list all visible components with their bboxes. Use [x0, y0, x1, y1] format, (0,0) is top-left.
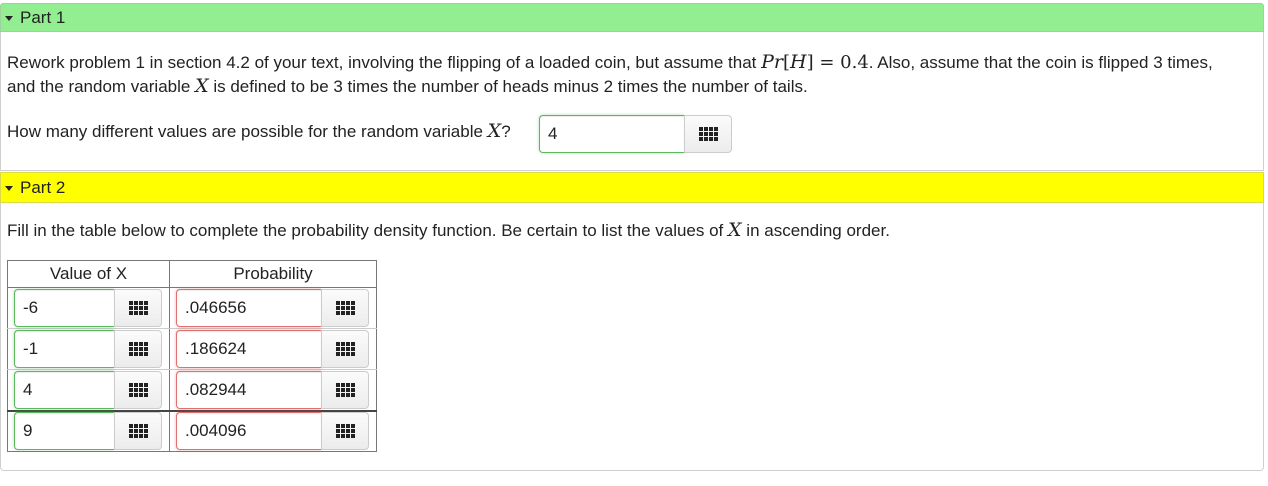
col-header-probability: Probability [169, 260, 377, 288]
math-x: X [487, 120, 502, 142]
value-cell [7, 369, 170, 411]
grid-icon [335, 424, 355, 439]
caret-down-icon [5, 15, 13, 21]
probability-cell [169, 287, 377, 329]
probability-input[interactable] [176, 289, 321, 327]
problem-line-2: and the random variable X is defined to … [7, 75, 808, 98]
math-bracket-open: [ [782, 52, 791, 73]
value-input[interactable] [14, 370, 114, 409]
probability-input[interactable] [176, 412, 321, 451]
instruction-end: in ascending order. [746, 221, 890, 240]
math-h: H [790, 51, 807, 73]
value-cell [7, 287, 170, 329]
table-header-row: Value of X Probability [7, 260, 377, 288]
table-row [7, 369, 377, 411]
part1-body: Rework problem 1 in section 4.2 of your … [0, 32, 1264, 171]
part1-header[interactable]: Part 1 [0, 3, 1264, 32]
grid-icon [128, 301, 148, 315]
probability-answer-group [176, 289, 370, 327]
instruction-start: Fill in the table below to complete the … [7, 221, 724, 240]
grid-icon [335, 382, 355, 397]
answer-group [539, 115, 732, 153]
probability-answer-group [176, 330, 370, 368]
probability-answer-group [176, 412, 370, 451]
math-palette-button[interactable] [114, 370, 162, 409]
value-answer-group [14, 289, 163, 327]
math-palette-button[interactable] [114, 330, 162, 368]
problem-intro: Rework problem 1 in section 4.2 of your … [7, 53, 757, 72]
instruction-line: Fill in the table below to complete the … [7, 219, 890, 242]
grid-icon [128, 424, 148, 439]
probability-input[interactable] [176, 330, 321, 368]
value-input[interactable] [14, 289, 114, 327]
probability-input[interactable] [176, 370, 321, 409]
math-eq: = 0.4 [813, 52, 869, 73]
value-input[interactable] [14, 412, 114, 451]
table-row [7, 287, 377, 329]
probability-cell [169, 409, 377, 452]
question-start: How many different values are possible f… [7, 122, 483, 141]
num-values-input[interactable] [539, 115, 684, 153]
table-row [7, 409, 377, 452]
math-palette-button[interactable] [321, 370, 369, 409]
part1-title: Part 1 [20, 7, 66, 27]
value-cell [7, 409, 170, 452]
math-palette-button[interactable] [114, 412, 162, 451]
part2-body: Fill in the table below to complete the … [0, 203, 1264, 471]
value-input[interactable] [14, 330, 114, 368]
problem-line-1: Rework problem 1 in section 4.2 of your … [7, 51, 1213, 74]
grid-icon [698, 127, 718, 141]
math-palette-button[interactable] [321, 412, 369, 451]
question-end: ? [501, 122, 511, 141]
col-header-value: Value of X [7, 260, 170, 288]
line2-end: is defined to be 3 times the number of h… [213, 77, 808, 96]
math-palette-button[interactable] [114, 289, 162, 327]
math-palette-button[interactable] [321, 289, 369, 327]
part2-header[interactable]: Part 2 [0, 172, 1264, 203]
math-x: X [195, 75, 209, 97]
math-x: X [728, 219, 742, 241]
math-bracket-close: ] [806, 52, 814, 73]
part2-title: Part 2 [20, 177, 66, 197]
math-palette-button[interactable] [684, 115, 732, 153]
table-row [7, 328, 377, 370]
grid-icon [128, 342, 148, 356]
line2-start: and the random variable [7, 77, 191, 96]
probability-answer-group [176, 370, 370, 409]
pdf-table: Value of X Probability [7, 260, 377, 452]
grid-icon [335, 342, 355, 356]
caret-down-icon [5, 185, 13, 191]
probability-cell [169, 328, 377, 370]
grid-icon [128, 382, 148, 397]
probability-cell [169, 369, 377, 411]
math-pr: Pr [761, 51, 783, 73]
question-line: How many different values are possible f… [7, 120, 511, 143]
problem-rest: . Also, assume that the coin is flipped … [868, 53, 1213, 72]
value-answer-group [14, 330, 163, 368]
grid-icon [335, 301, 355, 315]
value-cell [7, 328, 170, 370]
value-answer-group [14, 370, 163, 409]
math-palette-button[interactable] [321, 330, 369, 368]
value-answer-group [14, 412, 163, 451]
